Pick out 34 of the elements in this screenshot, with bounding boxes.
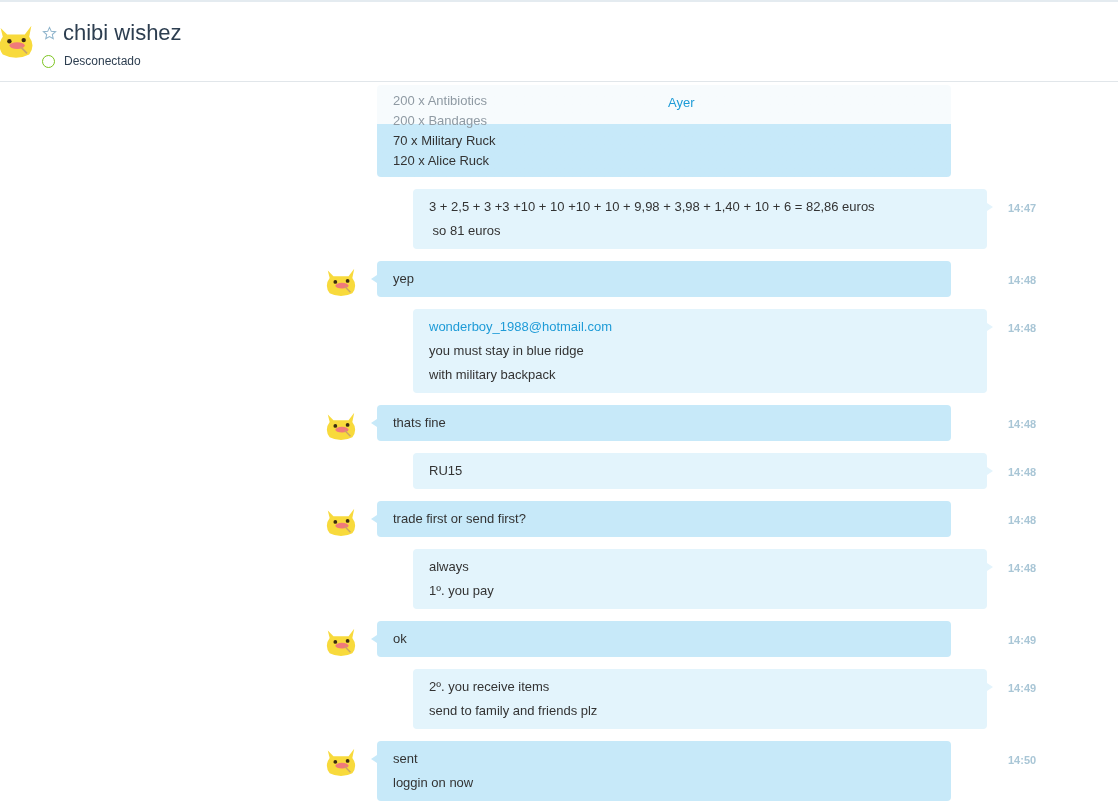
message-text: 200 x Bandages xyxy=(393,112,487,130)
message-time: 14:47 xyxy=(1008,201,1037,216)
message-time: 14:48 xyxy=(1008,561,1037,576)
message-text: ok xyxy=(393,630,408,648)
message-text: always xyxy=(429,558,470,576)
email-link[interactable]: wonderboy_1988@hotmail.com xyxy=(429,315,971,339)
message-time: 14:48 xyxy=(1008,513,1037,528)
message-text: sent xyxy=(393,750,419,768)
message-text: thats fine xyxy=(393,414,447,432)
message-text: 70 x Military Ruck xyxy=(393,132,497,150)
date-divider: Ayer xyxy=(668,95,695,111)
message-text: 200 x Antibiotics xyxy=(393,92,487,110)
message-text: so 81 euros xyxy=(431,222,502,240)
message-text: you must stay in blue ridge xyxy=(429,342,585,360)
favorite-star-icon[interactable] xyxy=(42,25,57,41)
contact-name: chibi wishez xyxy=(63,20,182,46)
message-text: 120 x Alice Ruck xyxy=(393,152,491,170)
message-text: 2º. you receive items xyxy=(429,678,551,696)
message-text: send to family and friends plz xyxy=(429,702,599,720)
message-text: with military backpack xyxy=(429,366,557,384)
message-time: 14:48 xyxy=(1008,273,1037,288)
message-time: 14:48 xyxy=(1008,417,1037,432)
message-text: yep xyxy=(393,270,415,288)
message-time: 14:48 xyxy=(1008,321,1037,336)
message-time: 14:50 xyxy=(1008,753,1037,768)
message-time: 14:48 xyxy=(1008,465,1037,480)
message-text: loggin on now xyxy=(393,774,475,792)
status-text: Desconectado xyxy=(64,53,141,70)
message-time: 14:49 xyxy=(1008,681,1037,696)
message-text: RU15 xyxy=(429,462,464,480)
message-text: 3 + 2,5 + 3 +3 +10 + 10 +10 + 10 + 9,98 + 3,98 + 1,40 + 10 + 6 = 82,86 euros xyxy=(429,198,876,216)
message-text: 1º. you pay xyxy=(429,582,495,600)
message-time: 14:49 xyxy=(1008,633,1037,648)
message-text: trade first or send first? xyxy=(393,510,527,528)
